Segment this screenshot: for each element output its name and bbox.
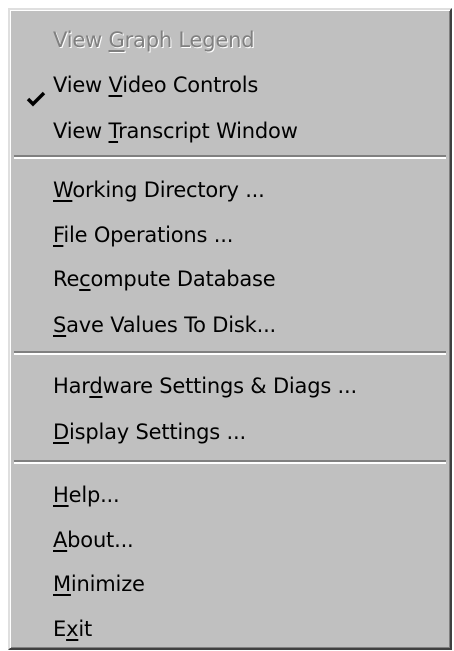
menu-item-label: File Operations ... [53, 223, 234, 247]
menu-separator [14, 351, 446, 355]
menu-item-working-directory[interactable]: Working Directory ... [10, 168, 450, 212]
menu-item-save-values-to-disk[interactable]: Save Values To Disk... [10, 303, 450, 347]
menu-item-minimize[interactable]: Minimize [10, 562, 450, 606]
menu-item-about[interactable]: About... [10, 518, 450, 562]
context-menu: View Graph Legend View Video Controls Vi… [8, 8, 452, 650]
menu-item-label: Working Directory ... [53, 178, 265, 202]
menu-item-label: Help... [53, 483, 120, 507]
menu-item-label: Minimize [53, 572, 145, 596]
menu-item-label: View Graph Legend [53, 28, 255, 52]
menu-separator [14, 460, 446, 464]
check-mark-icon [26, 78, 46, 107]
menu-item-label: Exit [53, 617, 92, 641]
menu-item-recompute-database[interactable]: Recompute Database [10, 257, 450, 301]
menu-item-label: Recompute Database [53, 267, 276, 291]
menu-item-label: Save Values To Disk... [53, 313, 277, 337]
menu-item-label: Hardware Settings & Diags ... [53, 374, 357, 398]
menu-item-label: View Video Controls [53, 73, 259, 97]
menu-item-label: About... [53, 528, 134, 552]
menu-item-view-graph-legend: View Graph Legend [10, 18, 450, 62]
menu-item-label: View Transcript Window [53, 119, 298, 143]
menu-item-help[interactable]: Help... [10, 473, 450, 517]
menu-item-exit[interactable]: Exit [10, 607, 450, 651]
menu-item-label: Display Settings ... [53, 420, 246, 444]
menu-item-file-operations[interactable]: File Operations ... [10, 213, 450, 257]
menu-item-view-transcript-window[interactable]: View Transcript Window [10, 109, 450, 153]
menu-separator [14, 155, 446, 159]
menu-item-view-video-controls[interactable]: View Video Controls [10, 63, 450, 107]
menu-item-hardware-settings[interactable]: Hardware Settings & Diags ... [10, 364, 450, 408]
menu-item-display-settings[interactable]: Display Settings ... [10, 410, 450, 454]
